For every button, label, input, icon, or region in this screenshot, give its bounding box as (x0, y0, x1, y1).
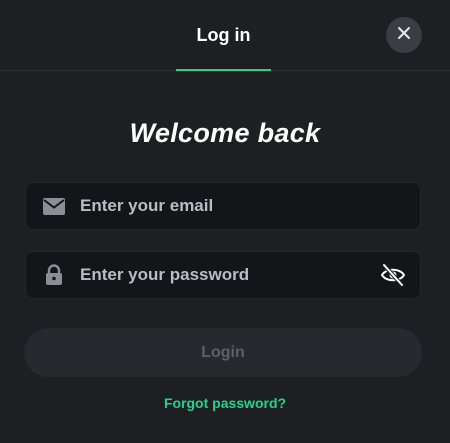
login-modal: Log in Welcome back Enter your email Log… (0, 0, 450, 443)
password-field[interactable] (25, 251, 421, 299)
password-input[interactable] (80, 252, 380, 298)
forgot-password-link[interactable]: Forgot password? (0, 395, 450, 411)
page-title: Welcome back (129, 118, 321, 148)
email-input[interactable] (80, 183, 380, 229)
login-button[interactable]: Login (24, 328, 422, 377)
modal-header: Log in (0, 0, 450, 71)
eye-off-icon[interactable] (380, 262, 406, 288)
email-field[interactable] (25, 182, 421, 230)
close-button[interactable] (386, 17, 422, 53)
tab-login[interactable]: Log in (176, 0, 271, 71)
lock-icon (42, 263, 66, 287)
mail-icon (42, 194, 66, 218)
tab-active-indicator (176, 69, 271, 71)
close-icon (397, 26, 411, 45)
